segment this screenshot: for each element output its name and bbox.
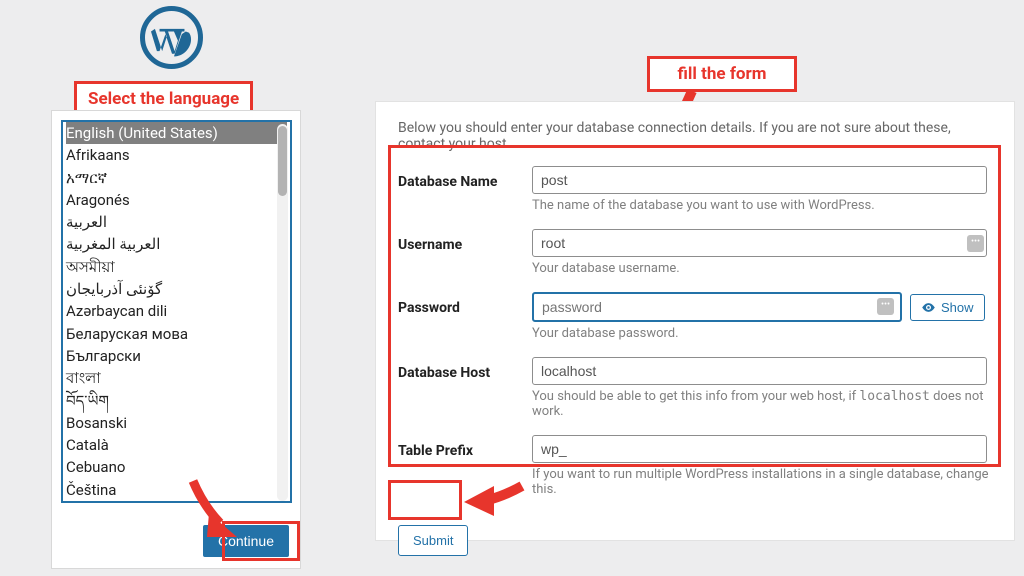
input-dbhost[interactable] [532, 357, 987, 385]
label-prefix: Table Prefix [398, 435, 528, 511]
language-option[interactable]: বাংলা [66, 367, 287, 389]
input-dbname[interactable] [532, 166, 987, 194]
continue-button[interactable]: Continue [203, 525, 289, 557]
show-label: Show [941, 300, 974, 315]
help-dbname: The name of the database you want to use… [532, 198, 992, 213]
language-option[interactable]: Azərbaycan dili [66, 300, 287, 322]
language-option[interactable]: አማርኛ [66, 167, 287, 189]
scrollbar[interactable] [277, 124, 288, 501]
show-password-button[interactable]: Show [910, 294, 985, 321]
language-option[interactable]: Български [66, 345, 287, 367]
language-option[interactable]: العربية [66, 211, 287, 233]
intro-text: Below you should enter your database con… [398, 120, 992, 152]
password-manager-icon[interactable]: ••• [967, 235, 984, 252]
submit-button[interactable]: Submit [398, 525, 468, 556]
language-option[interactable]: گۆنئی آذربایجان [66, 278, 287, 300]
language-option[interactable]: Беларуская мова [66, 323, 287, 345]
language-option[interactable]: Català [66, 434, 287, 456]
help-username: Your database username. [532, 261, 992, 276]
database-setup-panel: Below you should enter your database con… [375, 101, 1015, 541]
scrollbar-thumb[interactable] [278, 126, 287, 196]
help-dbhost: You should be able to get this info from… [532, 389, 992, 419]
label-dbname: Database Name [398, 166, 528, 227]
password-manager-icon[interactable]: ••• [877, 298, 894, 315]
language-option[interactable]: Aragonés [66, 189, 287, 211]
language-option[interactable]: བོད་ཡིག [66, 390, 287, 412]
language-option[interactable]: Afrikaans [66, 144, 287, 166]
language-listbox[interactable]: English (United States)AfrikaansአማርኛArag… [61, 120, 292, 503]
language-option[interactable]: Čeština [66, 479, 287, 501]
eye-icon [921, 300, 936, 315]
input-username[interactable] [532, 229, 987, 257]
language-option[interactable]: Cymraeg [66, 501, 287, 503]
language-option[interactable]: Cebuano [66, 456, 287, 478]
help-password: Your database password. [532, 326, 992, 341]
callout-fill-form: fill the form [647, 56, 797, 92]
language-panel: English (United States)AfrikaansአማርኛArag… [51, 110, 301, 569]
input-prefix[interactable] [532, 435, 987, 463]
label-dbhost: Database Host [398, 357, 528, 433]
label-username: Username [398, 229, 528, 290]
wordpress-logo [140, 6, 203, 69]
language-option[interactable]: Bosanski [66, 412, 287, 434]
language-option[interactable]: العربية المغربية [66, 233, 287, 255]
language-option[interactable]: English (United States) [66, 122, 287, 144]
language-option[interactable]: অসমীয়া [66, 256, 287, 278]
label-password: Password [398, 292, 528, 355]
input-password[interactable] [532, 292, 902, 322]
help-prefix: If you want to run multiple WordPress in… [532, 467, 992, 497]
